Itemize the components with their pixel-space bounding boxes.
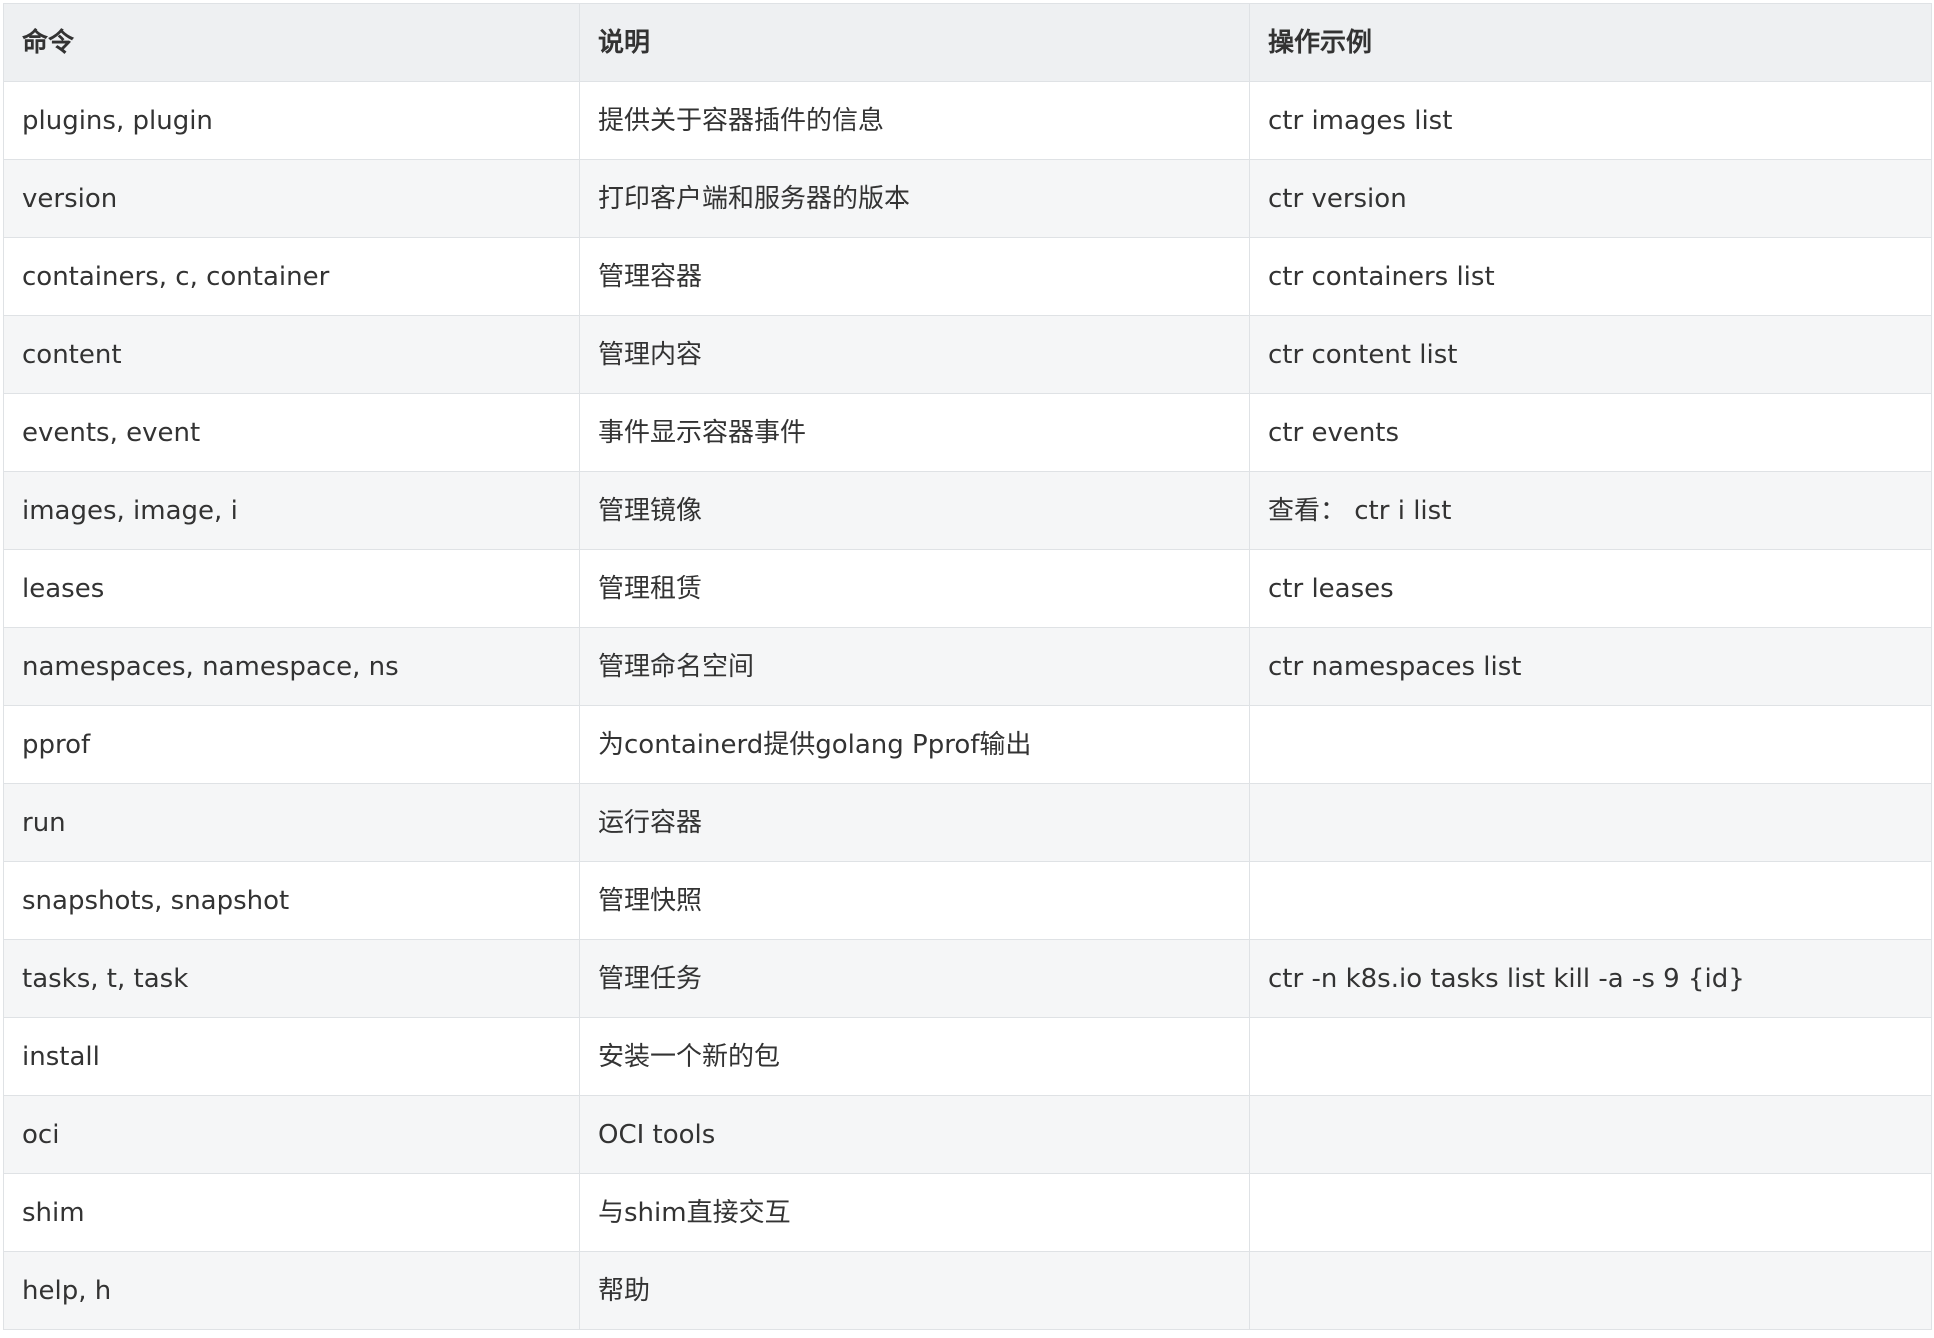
- example-cell: ctr content list: [1249, 315, 1932, 394]
- table-row: oci OCI tools: [3, 1095, 1932, 1174]
- header-row: 命令 说明 操作示例: [3, 3, 1932, 82]
- table-row: version 打印客户端和服务器的版本 ctr version: [3, 159, 1932, 238]
- command-cell: run: [3, 783, 580, 862]
- example-cell: [1249, 861, 1932, 940]
- command-cell: content: [3, 315, 580, 394]
- table-row: tasks, t, task 管理任务 ctr -n k8s.io tasks li…: [3, 939, 1932, 1018]
- header-example: 操作示例: [1249, 3, 1932, 82]
- command-table: 命令 说明 操作示例 plugins, plugin 提供关于容器插件的信息 ctr…: [3, 3, 1932, 1330]
- command-cell: shim: [3, 1173, 580, 1252]
- example-cell: ctr images list: [1249, 81, 1932, 160]
- command-cell: containers, c, container: [3, 237, 580, 316]
- header-command: 命令: [3, 3, 580, 82]
- description-cell: 运行容器: [579, 783, 1250, 862]
- command-cell: namespaces, namespace, ns: [3, 627, 580, 706]
- description-cell: 为containerd提供golang Pprof输出: [579, 705, 1250, 784]
- table-row: events, event 事件显示容器事件 ctr events: [3, 393, 1932, 472]
- example-cell: ctr leases: [1249, 549, 1932, 628]
- table-row: pprof 为containerd提供golang Pprof输出: [3, 705, 1932, 784]
- table-row: namespaces, namespace, ns 管理命名空间 ctr names…: [3, 627, 1932, 706]
- table-row: content 管理内容 ctr content list: [3, 315, 1932, 394]
- description-cell: 事件显示容器事件: [579, 393, 1250, 472]
- example-cell: [1249, 1173, 1932, 1252]
- command-cell: version: [3, 159, 580, 238]
- table-row: leases 管理租赁 ctr leases: [3, 549, 1932, 628]
- description-cell: 管理租赁: [579, 549, 1250, 628]
- example-cell: ctr version: [1249, 159, 1932, 238]
- command-cell: oci: [3, 1095, 580, 1174]
- header-description: 说明: [579, 3, 1250, 82]
- table-row: images, image, i 管理镜像 查看： ctr i list: [3, 471, 1932, 550]
- command-cell: images, image, i: [3, 471, 580, 550]
- command-cell: pprof: [3, 705, 580, 784]
- example-cell: [1249, 1095, 1932, 1174]
- command-cell: install: [3, 1017, 580, 1096]
- description-cell: 管理容器: [579, 237, 1250, 316]
- command-cell: tasks, t, task: [3, 939, 580, 1018]
- example-cell: [1249, 1251, 1932, 1330]
- table-row: containers, c, container 管理容器 ctr containe…: [3, 237, 1932, 316]
- example-cell: 查看： ctr i list: [1249, 471, 1932, 550]
- example-cell: ctr -n k8s.io tasks list kill -a -s 9 {i…: [1249, 939, 1932, 1018]
- description-cell: 打印客户端和服务器的版本: [579, 159, 1250, 238]
- table-row: install 安装一个新的包: [3, 1017, 1932, 1096]
- table-header: 命令 说明 操作示例: [3, 3, 1932, 82]
- description-cell: OCI tools: [579, 1095, 1250, 1174]
- table-row: shim 与shim直接交互: [3, 1173, 1932, 1252]
- description-cell: 管理内容: [579, 315, 1250, 394]
- table-row: snapshots, snapshot 管理快照: [3, 861, 1932, 940]
- table-row: help, h 帮助: [3, 1251, 1932, 1330]
- command-cell: leases: [3, 549, 580, 628]
- command-cell: help, h: [3, 1251, 580, 1330]
- example-cell: ctr containers list: [1249, 237, 1932, 316]
- description-cell: 提供关于容器插件的信息: [579, 81, 1250, 160]
- description-cell: 管理任务: [579, 939, 1250, 1018]
- table-row: plugins, plugin 提供关于容器插件的信息 ctr images lis…: [3, 81, 1932, 160]
- example-cell: [1249, 705, 1932, 784]
- table-row: run 运行容器: [3, 783, 1932, 862]
- command-cell: snapshots, snapshot: [3, 861, 580, 940]
- example-cell: ctr events: [1249, 393, 1932, 472]
- table-body: plugins, plugin 提供关于容器插件的信息 ctr images lis…: [3, 81, 1932, 1330]
- command-cell: plugins, plugin: [3, 81, 580, 160]
- command-cell: events, event: [3, 393, 580, 472]
- example-cell: ctr namespaces list: [1249, 627, 1932, 706]
- example-cell: [1249, 783, 1932, 862]
- command-table-container: 命令 说明 操作示例 plugins, plugin 提供关于容器插件的信息 ctr…: [3, 3, 1932, 1330]
- description-cell: 管理镜像: [579, 471, 1250, 550]
- example-cell: [1249, 1017, 1932, 1096]
- description-cell: 管理命名空间: [579, 627, 1250, 706]
- description-cell: 帮助: [579, 1251, 1250, 1330]
- description-cell: 与shim直接交互: [579, 1173, 1250, 1252]
- description-cell: 安装一个新的包: [579, 1017, 1250, 1096]
- description-cell: 管理快照: [579, 861, 1250, 940]
